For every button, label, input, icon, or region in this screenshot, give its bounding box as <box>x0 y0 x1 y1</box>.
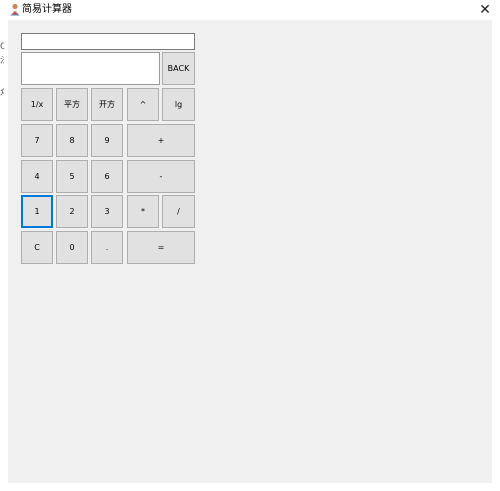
calculator-window: 简易计算器 ✕ Q 法 众 BACK 1/x 平方 开方 ^ lg 7 8 9 … <box>0 0 500 491</box>
minus-button[interactable]: - <box>127 160 195 193</box>
digit-1-button[interactable]: 1 <box>21 195 53 228</box>
digit-5-button[interactable]: 5 <box>56 160 88 193</box>
window-edge-right <box>492 20 500 491</box>
digit-9-button[interactable]: 9 <box>91 124 123 157</box>
digit-2-button[interactable]: 2 <box>56 195 88 228</box>
title-bar[interactable]: 简易计算器 ✕ <box>0 0 500 20</box>
background-glyph: 法 <box>0 56 4 66</box>
clear-button[interactable]: C <box>21 231 53 264</box>
digit-4-button[interactable]: 4 <box>21 160 53 193</box>
expression-input[interactable] <box>21 33 195 50</box>
result-input[interactable] <box>21 52 160 85</box>
window-edge-left: Q 法 众 <box>0 20 8 491</box>
window-title: 简易计算器 <box>22 4 72 15</box>
divide-button[interactable]: / <box>162 195 195 228</box>
multiply-button[interactable]: * <box>127 195 159 228</box>
power-button[interactable]: ^ <box>127 88 159 121</box>
equals-button[interactable]: = <box>127 231 195 264</box>
sqrt-button[interactable]: 开方 <box>91 88 123 121</box>
log-button[interactable]: lg <box>162 88 195 121</box>
digit-3-button[interactable]: 3 <box>91 195 123 228</box>
digit-0-button[interactable]: 0 <box>56 231 88 264</box>
plus-button[interactable]: + <box>127 124 195 157</box>
window-edge-bottom <box>0 483 500 491</box>
close-icon[interactable]: ✕ <box>470 0 500 20</box>
background-glyph: 众 <box>0 88 4 98</box>
back-button[interactable]: BACK <box>162 52 195 85</box>
background-glyph: Q <box>0 42 4 52</box>
digit-7-button[interactable]: 7 <box>21 124 53 157</box>
app-icon <box>10 3 20 16</box>
digit-8-button[interactable]: 8 <box>56 124 88 157</box>
digit-6-button[interactable]: 6 <box>91 160 123 193</box>
square-button[interactable]: 平方 <box>56 88 88 121</box>
reciprocal-button[interactable]: 1/x <box>21 88 53 121</box>
decimal-point-button[interactable]: . <box>91 231 123 264</box>
